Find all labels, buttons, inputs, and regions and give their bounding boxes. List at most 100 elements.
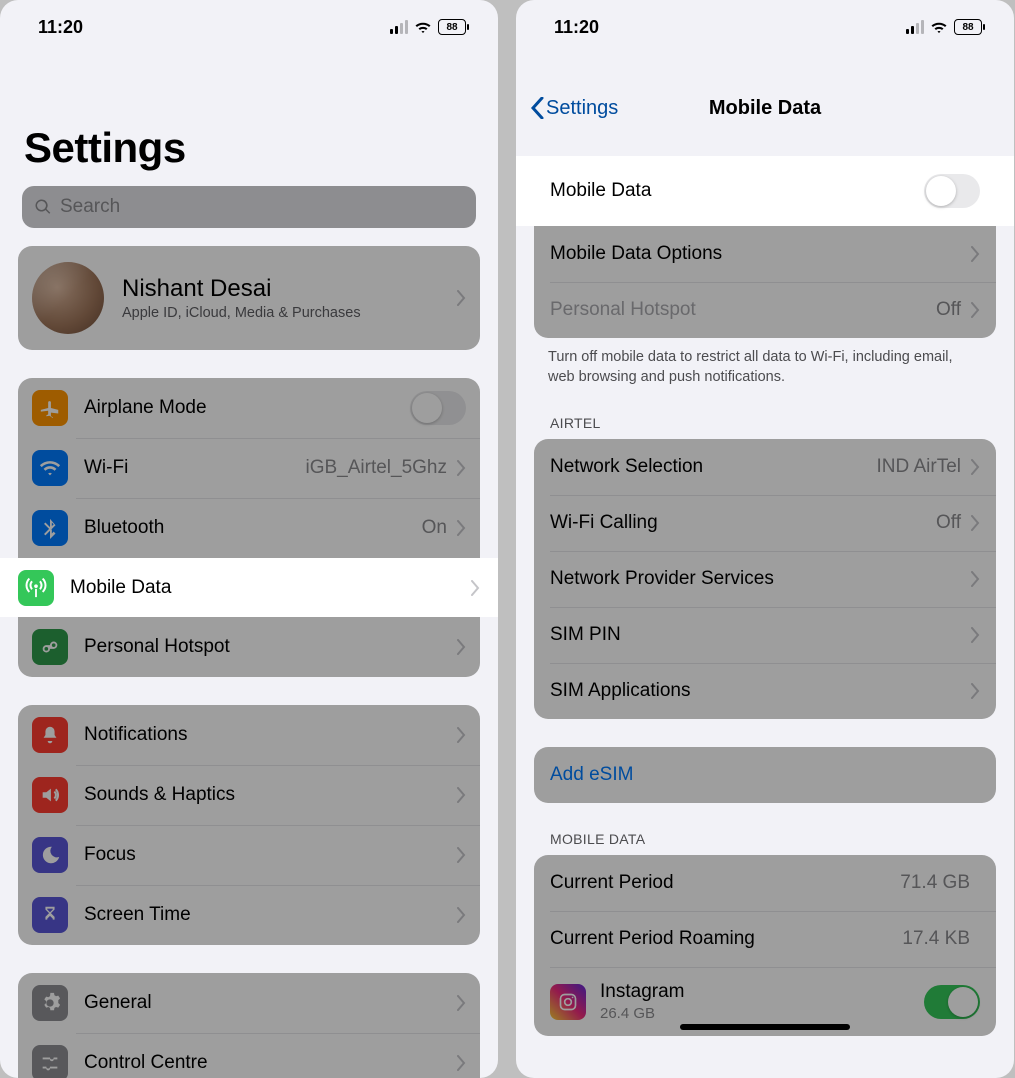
nav-bar: Settings Mobile Data [516, 82, 1014, 134]
current-period-roaming-row[interactable]: Current Period Roaming 17.4 KB [534, 911, 996, 967]
apple-id-row[interactable]: Nishant Desai Apple ID, iCloud, Media & … [18, 246, 480, 350]
speaker-icon [32, 777, 68, 813]
back-button[interactable]: Settings [530, 97, 618, 120]
row-value: 17.4 KB [902, 928, 970, 950]
personal-hotspot-row[interactable]: Personal Hotspot Off [534, 282, 996, 338]
status-time: 11:20 [554, 17, 599, 38]
row-label: Notifications [84, 724, 457, 746]
wifi-row[interactable]: Wi-Fi iGB_Airtel_5Ghz [18, 438, 480, 498]
chevron-right-icon [471, 580, 480, 596]
row-label: Sounds & Haptics [84, 784, 457, 806]
row-label: Screen Time [84, 904, 457, 926]
chevron-right-icon [457, 1055, 466, 1071]
instagram-data-toggle[interactable] [924, 985, 980, 1019]
battery-icon: 88 [954, 19, 982, 35]
row-label: Mobile Data [70, 577, 471, 599]
account-group: Nishant Desai Apple ID, iCloud, Media & … [18, 246, 480, 350]
antenna-icon [18, 570, 54, 606]
status-bar: 11:20 88 [516, 0, 1014, 54]
sim-pin-row[interactable]: SIM PIN [534, 607, 996, 663]
chevron-right-icon [457, 787, 466, 803]
chevron-right-icon [971, 683, 980, 699]
airplane-icon [32, 390, 68, 426]
add-esim-row[interactable]: Add eSIM [534, 747, 996, 803]
row-value: On [422, 517, 447, 539]
mobile-data-row[interactable]: Mobile Data [18, 558, 480, 617]
nav-title: Mobile Data [709, 97, 821, 120]
airplane-toggle[interactable] [410, 391, 466, 425]
row-label: Mobile Data [550, 180, 924, 202]
row-value: 71.4 GB [900, 872, 970, 894]
chevron-right-icon [457, 290, 466, 306]
row-sub: 26.4 GB [600, 1005, 924, 1022]
carrier-group: Network Selection IND AirTel Wi-Fi Calli… [534, 439, 996, 719]
notifications-row[interactable]: Notifications [18, 705, 480, 765]
control-centre-row[interactable]: Control Centre [18, 1033, 480, 1078]
wifi-icon [414, 20, 432, 34]
mobile-data-options-row[interactable]: Mobile Data Options [534, 226, 996, 282]
mobile-data-toggle[interactable] [924, 174, 980, 208]
row-label: Personal Hotspot [550, 299, 936, 321]
row-label: Network Selection [550, 456, 877, 478]
status-time: 11:20 [38, 17, 83, 38]
footer-note: Turn off mobile data to restrict all dat… [516, 338, 1014, 387]
chevron-right-icon [457, 520, 466, 536]
airplane-mode-row[interactable]: Airplane Mode [18, 378, 480, 438]
moon-icon [32, 837, 68, 873]
general-row[interactable]: General [18, 973, 480, 1033]
wifi-icon [930, 20, 948, 34]
alerts-group: Notifications Sounds & Haptics Focus Scr… [18, 705, 480, 945]
row-label: Current Period Roaming [550, 928, 902, 950]
row-value: Off [936, 299, 961, 321]
hotspot-icon [32, 629, 68, 665]
data-options-group: Mobile Data Options Personal Hotspot Off [534, 226, 996, 338]
back-label: Settings [546, 97, 618, 120]
account-sub: Apple ID, iCloud, Media & Purchases [122, 305, 457, 321]
network-selection-row[interactable]: Network Selection IND AirTel [534, 439, 996, 495]
provider-services-row[interactable]: Network Provider Services [534, 551, 996, 607]
current-period-row[interactable]: Current Period 71.4 GB [534, 855, 996, 911]
focus-row[interactable]: Focus [18, 825, 480, 885]
personal-hotspot-row[interactable]: Personal Hotspot [18, 617, 480, 677]
gear-icon [32, 985, 68, 1021]
row-label: Instagram [600, 981, 924, 1003]
screen-time-row[interactable]: Screen Time [18, 885, 480, 945]
sounds-row[interactable]: Sounds & Haptics [18, 765, 480, 825]
chevron-right-icon [971, 246, 980, 262]
row-value: Off [936, 512, 961, 534]
sim-applications-row[interactable]: SIM Applications [534, 663, 996, 719]
row-label: Mobile Data Options [550, 243, 971, 265]
chevron-right-icon [457, 995, 466, 1011]
sliders-icon [32, 1045, 68, 1078]
chevron-right-icon [457, 460, 466, 476]
row-label: SIM PIN [550, 624, 971, 646]
row-label: Focus [84, 844, 457, 866]
cellular-signal-icon [906, 20, 924, 34]
settings-screen: 11:20 88 Settings Search Nishant Desai A… [0, 0, 498, 1078]
chevron-right-icon [457, 639, 466, 655]
section-header-airtel: AIRTEL [516, 387, 1014, 439]
cellular-signal-icon [390, 20, 408, 34]
section-header-mobile-data: MOBILE DATA [516, 803, 1014, 855]
connectivity-group-bottom: Personal Hotspot [18, 617, 480, 677]
usage-group: Current Period 71.4 GB Current Period Ro… [534, 855, 996, 1036]
chevron-left-icon [530, 97, 544, 119]
chevron-right-icon [971, 302, 980, 318]
search-input[interactable]: Search [22, 186, 476, 228]
row-label: Bluetooth [84, 517, 422, 539]
bluetooth-row[interactable]: Bluetooth On [18, 498, 480, 558]
system-group: General Control Centre [18, 973, 480, 1078]
bell-icon [32, 717, 68, 753]
mobile-data-toggle-highlight: Mobile Data [516, 156, 1014, 226]
mobile-data-toggle-row[interactable]: Mobile Data [534, 156, 996, 226]
wifi-calling-row[interactable]: Wi-Fi Calling Off [534, 495, 996, 551]
mobile-data-screen: 11:20 88 Settings Mobile Data Mobile Dat… [516, 0, 1014, 1078]
row-value: iGB_Airtel_5Ghz [305, 457, 447, 479]
home-indicator[interactable] [680, 1024, 850, 1030]
row-label: Current Period [550, 872, 900, 894]
bluetooth-icon [32, 510, 68, 546]
row-label: Network Provider Services [550, 568, 971, 590]
chevron-right-icon [457, 907, 466, 923]
row-label: Wi-Fi Calling [550, 512, 936, 534]
chevron-right-icon [457, 727, 466, 743]
